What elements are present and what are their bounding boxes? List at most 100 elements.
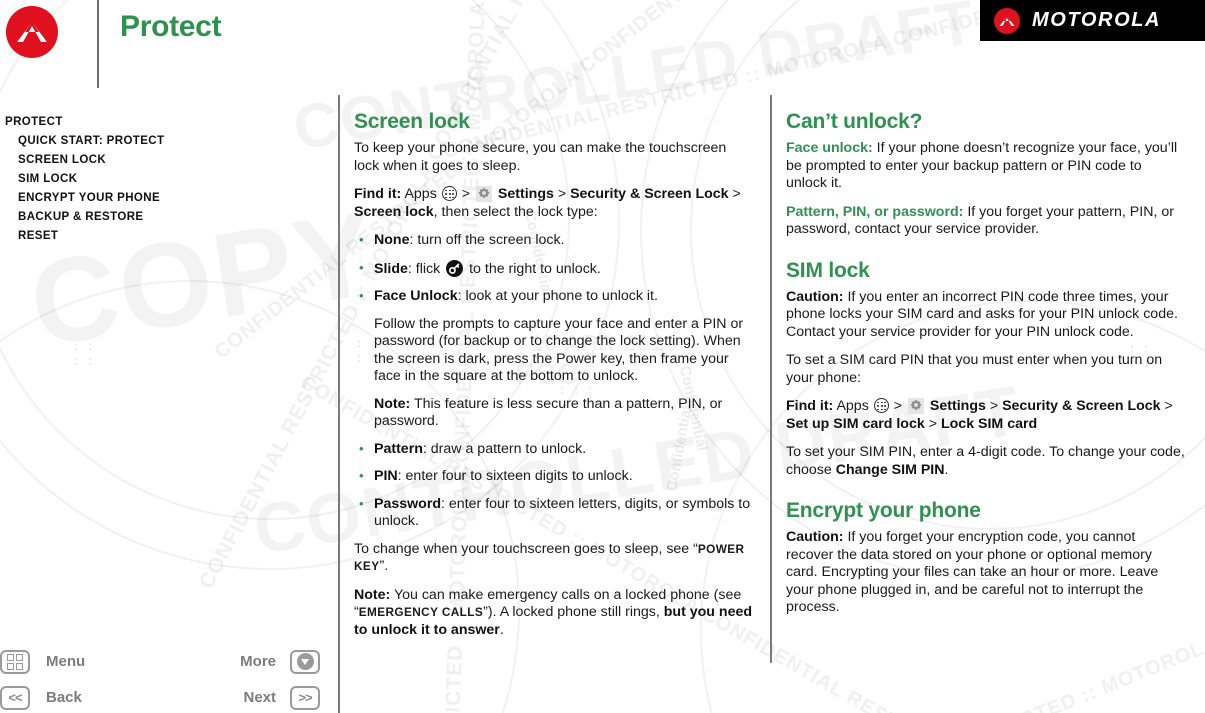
list-item-pattern: Pattern: draw a pattern to unlock. bbox=[354, 440, 754, 459]
list-item-password: Password: enter four to sixteen letters,… bbox=[354, 495, 754, 531]
toc-item-encrypt-your-phone[interactable]: Encrypt your phone bbox=[5, 189, 315, 208]
table-of-contents: Protect Quick start: Protect Screen lock… bbox=[5, 113, 315, 246]
middle-column-divider bbox=[338, 95, 340, 713]
lock-type-term-face-unlock: Face Unlock bbox=[374, 288, 458, 304]
page-title: Protect bbox=[120, 10, 222, 43]
gear-icon bbox=[475, 186, 492, 202]
lock-type-desc-none: : turn off the screen lock. bbox=[409, 232, 565, 248]
lock-type-term-none: None bbox=[374, 232, 410, 248]
double-chevron-left-icon: << bbox=[8, 690, 22, 705]
lock-type-term-pin: PIN bbox=[374, 468, 398, 484]
sim-lock-caution: Caution: If you enter an incorrect PIN c… bbox=[786, 289, 1186, 342]
back-label[interactable]: Back bbox=[46, 689, 82, 706]
sim-lock-caution-label: Caution: bbox=[786, 288, 844, 305]
lock-type-desc-pattern: : draw a pattern to unlock. bbox=[422, 440, 587, 457]
separator-1: > bbox=[461, 186, 470, 202]
emergency-note-label: Note: bbox=[354, 586, 391, 603]
emergency-note: Note: You can make emergency calls on a … bbox=[354, 587, 754, 640]
face-unlock-note: Note: This feature is less secure than a… bbox=[374, 396, 754, 431]
face-unlock-note-label: Note: bbox=[374, 395, 411, 412]
lock-type-list-2: Pattern: draw a pattern to unlock. PIN: … bbox=[354, 440, 754, 531]
header-divider bbox=[97, 0, 99, 88]
next-label[interactable]: Next bbox=[243, 689, 276, 706]
lock-type-desc-pin: : enter four to sixteen digits to unlock… bbox=[397, 468, 633, 484]
lock-type-term-password: Password bbox=[374, 495, 442, 512]
encrypt-caution: Caution: If you forget your encryption c… bbox=[786, 529, 1186, 617]
encrypt-caution-label: Caution: bbox=[786, 529, 844, 545]
separator-sim-4: > bbox=[928, 415, 938, 432]
double-chevron-right-icon: >> bbox=[298, 690, 312, 705]
toc-item-backup-restore[interactable]: Backup & restore bbox=[5, 208, 315, 227]
next-button[interactable]: >> bbox=[290, 685, 320, 710]
menu-button[interactable] bbox=[0, 649, 30, 674]
separator-sim-1: > bbox=[893, 398, 902, 414]
sim-lock-caution-text: If you enter an incorrect PIN code three… bbox=[786, 288, 1178, 340]
emergency-note-b: ”). A locked phone still rings, bbox=[483, 604, 664, 620]
lock-type-desc-face-unlock: : look at your phone to unlock it. bbox=[457, 288, 658, 304]
motorola-badge-icon bbox=[994, 7, 1020, 34]
toc-item-reset[interactable]: Reset bbox=[5, 227, 315, 246]
nav-row-menu-more: Menu More bbox=[0, 646, 320, 677]
lock-type-term-pattern: Pattern bbox=[374, 440, 423, 457]
bottom-navigation-bar: Menu More << Back Next >> bbox=[0, 643, 338, 713]
lock-type-desc-slide-before: : flick bbox=[407, 260, 445, 277]
section-heading-screen-lock: Screen lock bbox=[354, 110, 470, 133]
more-label[interactable]: More bbox=[240, 653, 276, 670]
motorola-logo-icon bbox=[6, 6, 58, 58]
find-it-label-sim: Find it: bbox=[786, 398, 834, 414]
find-it-tail: , then select the lock type: bbox=[433, 203, 598, 220]
menu-label[interactable]: Menu bbox=[46, 653, 85, 670]
toc-item-protect[interactable]: Protect bbox=[5, 113, 315, 132]
more-button[interactable] bbox=[290, 649, 320, 674]
lock-type-desc-slide-after: to the right to unlock. bbox=[465, 260, 601, 277]
face-unlock-help: Face unlock: If your phone doesn’t recog… bbox=[786, 140, 1186, 193]
toc-item-sim-lock[interactable]: SIM lock bbox=[5, 170, 315, 189]
security-screen-lock-label-sim: Security & Screen Lock bbox=[1002, 398, 1161, 414]
toc-item-screen-lock[interactable]: Screen lock bbox=[5, 151, 315, 170]
lock-type-term-slide: Slide bbox=[374, 260, 408, 277]
list-item-face-unlock: Face Unlock: look at your phone to unloc… bbox=[354, 287, 754, 306]
separator-sim-3: > bbox=[1164, 398, 1173, 414]
chevron-down-circle-icon bbox=[296, 653, 314, 670]
back-button[interactable]: << bbox=[0, 685, 30, 710]
section-heading-cant-unlock: Can’t unlock? bbox=[786, 110, 923, 133]
sleep-note: To change when your touchscreen goes to … bbox=[354, 541, 754, 576]
section-heading-encrypt-your-phone: Encrypt your phone bbox=[786, 499, 981, 522]
settings-label: Settings bbox=[497, 186, 554, 202]
right-column-divider bbox=[770, 95, 772, 663]
section-heading-sim-lock: SIM lock bbox=[786, 258, 870, 282]
toc-item-quick-start-protect[interactable]: Quick start: Protect bbox=[5, 132, 315, 151]
change-sim-pin-text: To set your SIM PIN, enter a 4-digit cod… bbox=[786, 444, 1186, 479]
pattern-pin-password-help: Pattern, PIN, or password: If you forget… bbox=[786, 204, 1186, 239]
slide-lock-icon bbox=[446, 259, 464, 277]
middle-content-column: Screen lock To keep your phone secure, y… bbox=[354, 110, 754, 650]
change-sim-pin-bold: Change SIM PIN bbox=[835, 461, 945, 478]
change-sim-pin-b: . bbox=[944, 461, 949, 478]
separator-3: > bbox=[732, 186, 741, 202]
list-item-none: None: turn off the screen lock. bbox=[354, 231, 754, 250]
list-item-slide: Slide: flick to the right to unlock. bbox=[354, 259, 754, 279]
gear-icon bbox=[907, 398, 924, 414]
motorola-wordmark: MOTOROLA bbox=[1032, 9, 1162, 31]
apps-label: Apps bbox=[404, 186, 437, 202]
find-it-screen-lock: Find it: Apps > Settings > Security & Sc… bbox=[354, 186, 754, 221]
pattern-pin-password-label: Pattern, PIN, or password: bbox=[786, 203, 964, 220]
security-screen-lock-label: Security & Screen Lock bbox=[570, 186, 729, 202]
find-it-label: Find it: bbox=[354, 186, 402, 202]
face-unlock-note-text: This feature is less secure than a patte… bbox=[374, 395, 723, 430]
set-up-sim-card-lock-label: Set up SIM card lock bbox=[786, 415, 925, 432]
separator-2: > bbox=[557, 186, 567, 202]
apps-grid-icon bbox=[441, 186, 457, 201]
grid-menu-icon bbox=[7, 653, 23, 670]
sleep-note-after: ”. bbox=[379, 558, 389, 574]
emergency-note-c: . bbox=[499, 621, 504, 638]
screen-lock-label: Screen lock bbox=[354, 203, 434, 220]
sleep-note-before: To change when your touchscreen goes to … bbox=[354, 540, 698, 557]
apps-label-sim: Apps bbox=[836, 398, 869, 414]
right-content-column: Can’t unlock? Face unlock: If your phone… bbox=[786, 110, 1186, 628]
find-it-sim-lock: Find it: Apps > Settings > Security & Sc… bbox=[786, 398, 1186, 433]
sim-pin-intro: To set a SIM card PIN that you must ente… bbox=[786, 352, 1163, 386]
separator-sim-2: > bbox=[989, 398, 999, 414]
cross-ref-emergency-calls[interactable]: Emergency calls bbox=[359, 605, 483, 619]
lock-type-list: None: turn off the screen lock. Slide: f… bbox=[354, 231, 754, 306]
